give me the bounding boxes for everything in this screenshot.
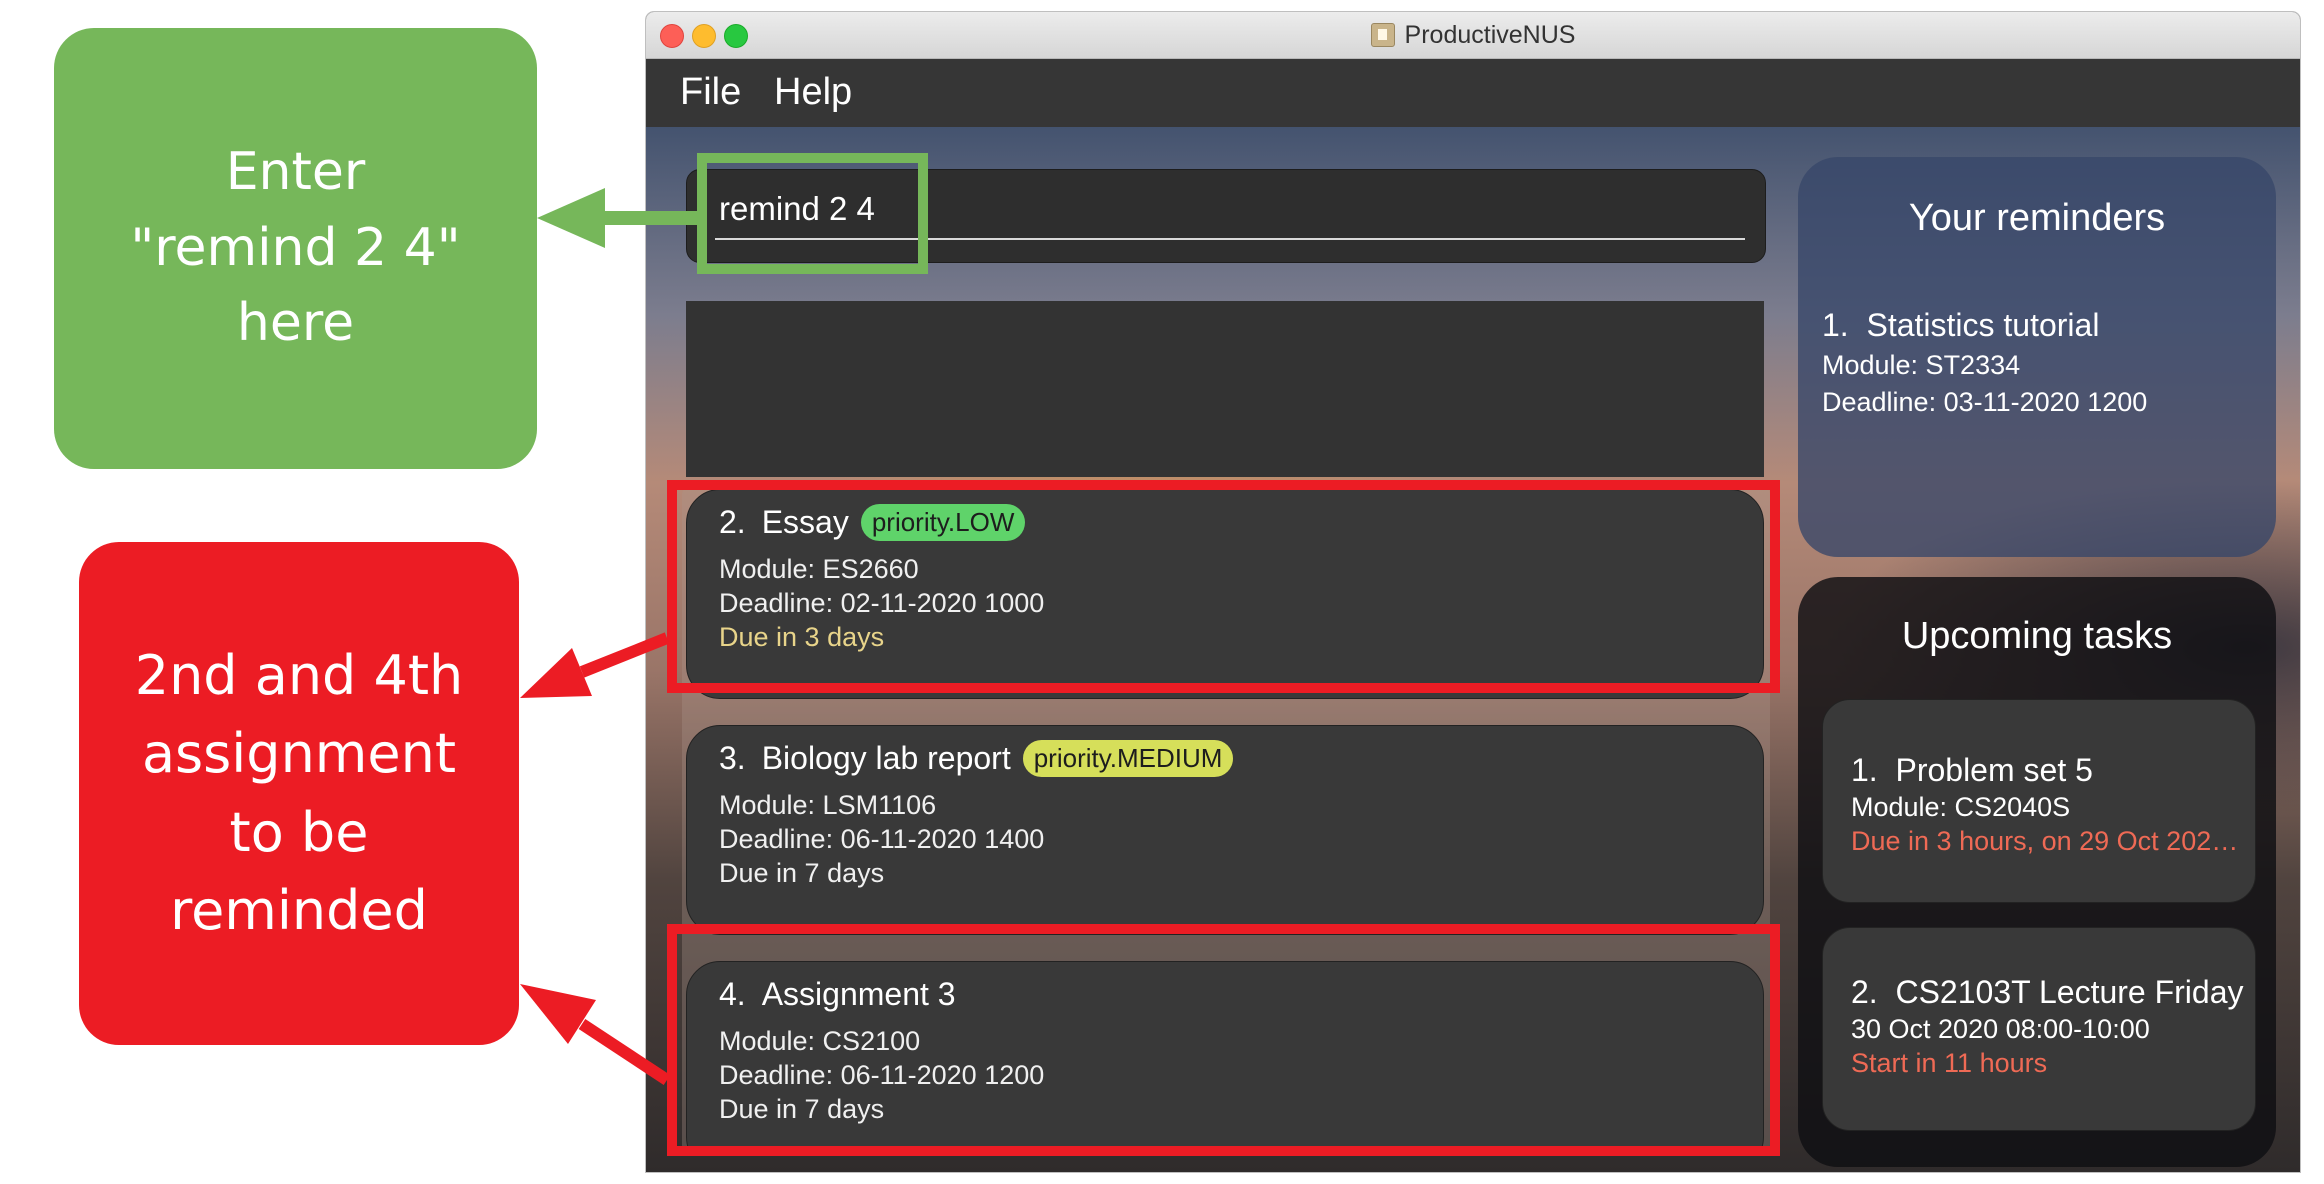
upcoming-item[interactable]: 1. Problem set 5 Module: CS2040S Due in … — [1822, 699, 2256, 903]
title-bar: ProductiveNUS — [646, 12, 2300, 59]
red-arrowhead-bottom — [520, 984, 596, 1044]
reminders-title: Your reminders — [1908, 197, 2166, 239]
menu-bar: File Help — [646, 59, 2300, 127]
upcoming-panel: Upcoming tasks 1. Problem set 5 Module: … — [1798, 577, 2276, 1167]
upcoming-detail: Module: CS2040S — [1851, 792, 2071, 822]
task-2-highlight-box — [667, 480, 1780, 693]
annotation-line: "remind 2 4" — [130, 217, 461, 278]
upcoming-status: Due in 3 hours, on 29 Oct 2020 2... — [1851, 826, 2241, 856]
task-name: Biology lab report — [761, 740, 1011, 776]
reminders-panel: Your reminders 1. Statistics tutorial Mo… — [1798, 157, 2276, 557]
task-module: Module: LSM1106 — [719, 790, 937, 820]
upcoming-name: CS2103T Lecture Friday — [1895, 974, 2244, 1010]
annotation-line: assignment — [141, 722, 457, 786]
task-4-highlight-box — [667, 924, 1780, 1156]
priority-tag: priority.MEDIUM — [1022, 740, 1234, 777]
reminder-title: 1. Statistics tutorial — [1822, 307, 2147, 344]
app-icon — [1370, 23, 1395, 47]
annotation-enter-command: Enter "remind 2 4" here — [54, 28, 537, 469]
upcoming-detail: 30 Oct 2020 08:00-10:00 — [1851, 1014, 2150, 1044]
annotation-reminded-tasks: 2nd and 4th assignment to be reminded — [79, 542, 519, 1045]
red-arrowhead-top — [520, 648, 592, 698]
reminder-name: Statistics tutorial — [1866, 307, 2100, 343]
reminder-deadline: Deadline: 03-11-2020 1200 — [1822, 387, 2148, 417]
annotation-line: to be — [229, 800, 369, 864]
upcoming-item[interactable]: 2. CS2103T Lecture Friday 30 Oct 2020 08… — [1822, 927, 2256, 1131]
upcoming-title: Upcoming tasks — [1901, 615, 2173, 657]
menu-file[interactable]: File — [680, 71, 741, 114]
menu-help[interactable]: Help — [774, 71, 852, 114]
reminder-index: 1. — [1822, 307, 1849, 343]
window-title: ProductiveNUS — [1404, 20, 1576, 49]
annotation-line: Enter — [225, 142, 366, 203]
upcoming-status: Start in 11 hours — [1851, 1048, 2048, 1078]
annotation-line: reminded — [170, 878, 428, 942]
upcoming-index: 1. — [1851, 752, 1878, 788]
upcoming-name: Problem set 5 — [1895, 752, 2093, 788]
task-index: 3. — [719, 740, 746, 776]
annotation-line: here — [236, 293, 355, 354]
reminder-item[interactable]: 1. Statistics tutorial Module: ST2334 De… — [1822, 307, 2147, 418]
upcoming-index: 2. — [1851, 974, 1878, 1010]
task-title: 3. Biology lab report priority.MEDIUM — [719, 740, 1234, 777]
upcoming-item-title: 2. CS2103T Lecture Friday — [1851, 974, 2244, 1011]
reminder-module: Module: ST2334 — [1822, 350, 2021, 380]
result-display — [686, 301, 1764, 477]
task-due: Due in 7 days — [719, 858, 885, 888]
task-card[interactable]: 3. Biology lab report priority.MEDIUM Mo… — [686, 725, 1764, 935]
upcoming-item-title: 1. Problem set 5 — [1851, 752, 2093, 789]
command-highlight-box — [697, 153, 928, 274]
annotation-line: 2nd and 4th — [134, 643, 464, 707]
green-arrowhead — [537, 188, 605, 248]
task-deadline: Deadline: 06-11-2020 1400 — [719, 824, 1045, 854]
